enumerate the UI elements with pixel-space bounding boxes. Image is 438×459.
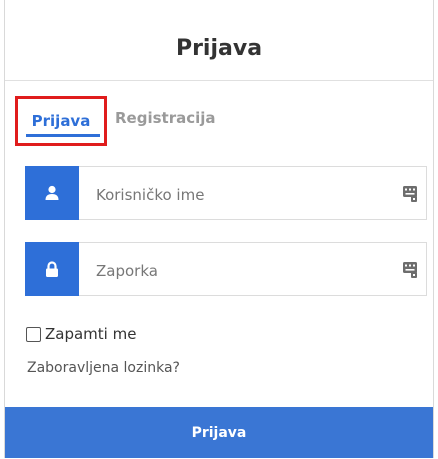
tab-bar: Prijava Registracija <box>5 96 433 146</box>
forgot-password-link[interactable]: Zaboravljena lozinka? <box>27 360 180 376</box>
password-field <box>25 242 427 296</box>
tab-register[interactable]: Registracija <box>115 96 216 146</box>
username-input[interactable] <box>94 181 378 209</box>
lock-icon <box>25 242 79 296</box>
title-divider <box>5 80 433 81</box>
remember-checkbox[interactable] <box>26 326 41 342</box>
remember-me[interactable]: Zapamti me <box>26 322 136 346</box>
tab-register-label: Registracija <box>115 109 216 127</box>
remember-label: Zapamti me <box>45 325 137 343</box>
tab-login-label: Prijava <box>31 112 91 130</box>
password-input[interactable] <box>94 257 378 285</box>
submit-button[interactable]: Prijava <box>5 407 433 458</box>
page-title: Prijava <box>175 36 263 61</box>
keyboard-icon[interactable] <box>402 185 418 203</box>
keyboard-icon[interactable] <box>402 261 418 279</box>
active-tab-underline <box>26 134 100 137</box>
tab-login[interactable]: Prijava <box>15 96 107 146</box>
user-icon <box>25 166 79 220</box>
login-panel: Prijava Prijava Registracija Korisničko … <box>4 0 434 458</box>
username-field <box>25 166 427 220</box>
